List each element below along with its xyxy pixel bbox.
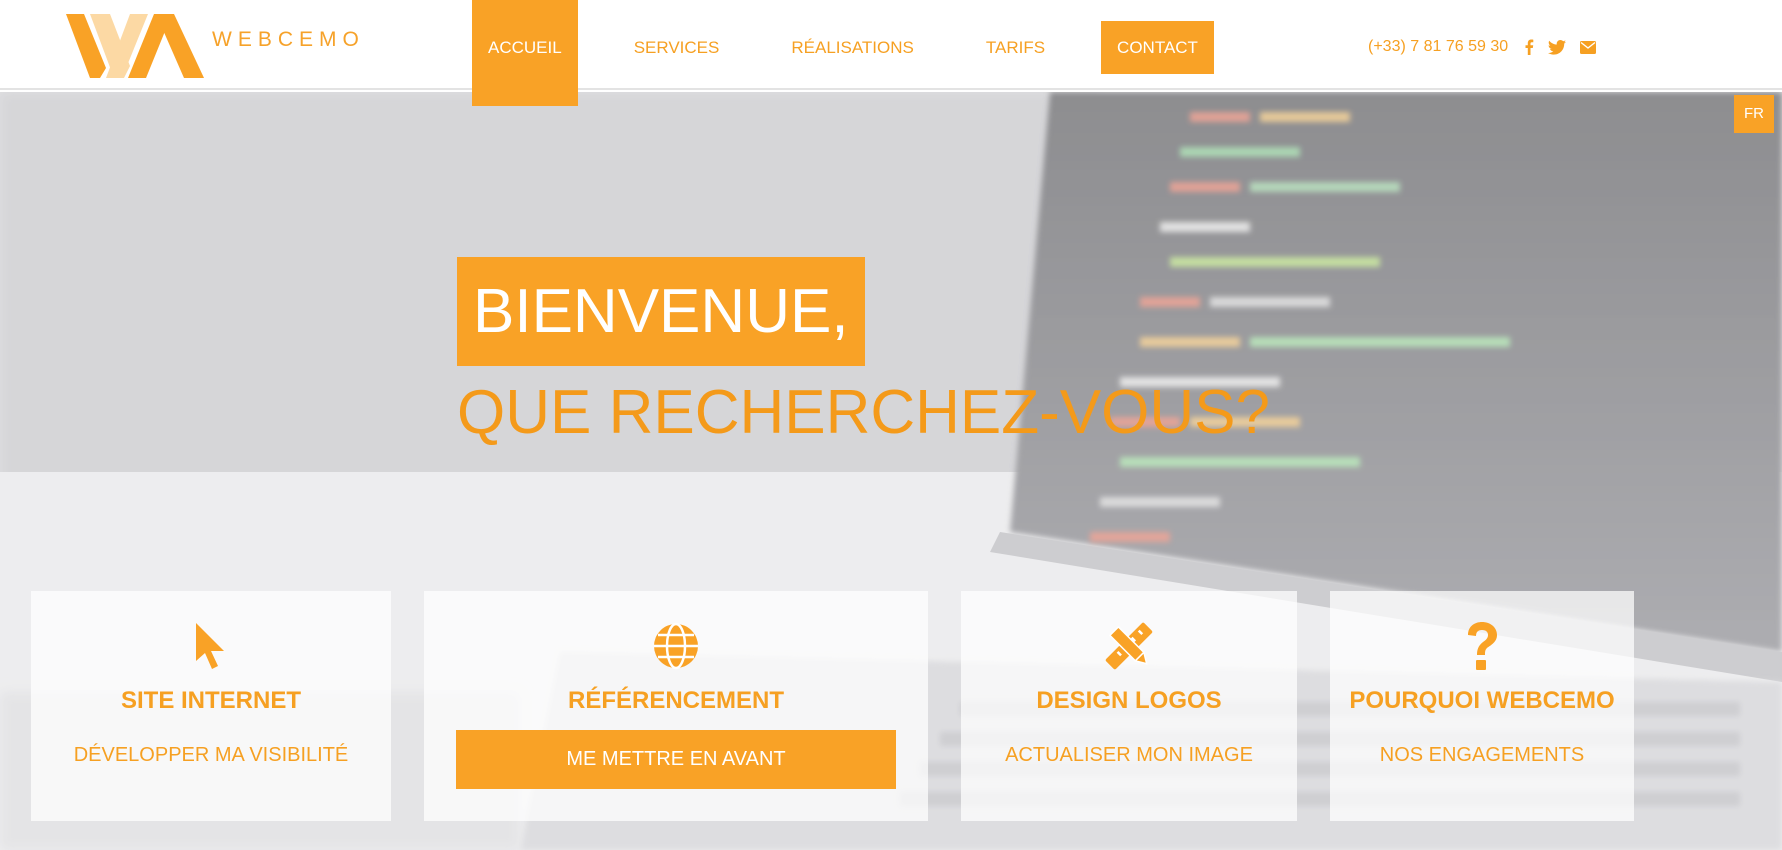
card-title: SITE INTERNET [120,687,301,714]
nav-item-tarifs[interactable]: TARIFS [970,0,1061,90]
globe-icon [649,619,703,673]
card-button-mettre-en-avant[interactable]: ME METTRE EN AVANT [456,730,896,789]
nav-item-accueil[interactable]: ACCUEIL [472,0,578,106]
card-design-logos: DESIGN LOGOS ACTUALISER MON IMAGE [961,591,1297,821]
question-icon [1455,619,1509,673]
logo[interactable]: WEBCEMO [66,14,365,78]
card-pourquoi-webcemo: POURQUOI WEBCEMO NOS ENGAGEMENTS [1330,591,1634,821]
pencil-ruler-icon [1102,619,1156,673]
nav-item-realisations[interactable]: RÉALISATIONS [775,0,930,90]
facebook-icon[interactable] [1524,39,1534,55]
card-link-image[interactable]: ACTUALISER MON IMAGE [961,744,1297,767]
hero-question: QUE RECHERCHEZ-VOUS? [457,378,1270,447]
card-site-internet: SITE INTERNET DÉVELOPPER MA VISIBILITÉ [31,591,391,821]
nav-item-contact[interactable]: CONTACT [1101,21,1214,74]
card-referencement: RÉFÉRENCEMENT ME METTRE EN AVANT [424,591,928,821]
social-links [1524,39,1610,55]
logo-text: WEBCEMO [212,28,365,51]
card-link-engagements[interactable]: NOS ENGAGEMENTS [1330,744,1634,767]
header-contact: (+33) 7 81 76 59 30 [1368,38,1610,56]
cursor-icon [184,619,238,673]
logo-mark-icon [66,14,204,78]
nav-item-services[interactable]: SERVICES [618,0,736,90]
card-title: RÉFÉRENCEMENT [567,687,784,714]
main-nav: ACCUEIL SERVICES RÉALISATIONS TARIFS CON… [472,0,1254,106]
card-title: POURQUOI WEBCEMO [1349,687,1615,714]
card-title: DESIGN LOGOS [1036,687,1222,714]
card-link-visibilite[interactable]: DÉVELOPPER MA VISIBILITÉ [31,744,391,767]
language-switch[interactable]: FR [1734,95,1774,133]
hero-welcome: BIENVENUE, [457,257,865,366]
envelope-icon[interactable] [1580,40,1597,54]
site-header: WEBCEMO ACCUEIL SERVICES RÉALISATIONS TA… [0,0,1782,106]
phone-number[interactable]: (+33) 7 81 76 59 30 [1368,38,1508,56]
twitter-icon[interactable] [1548,39,1567,55]
